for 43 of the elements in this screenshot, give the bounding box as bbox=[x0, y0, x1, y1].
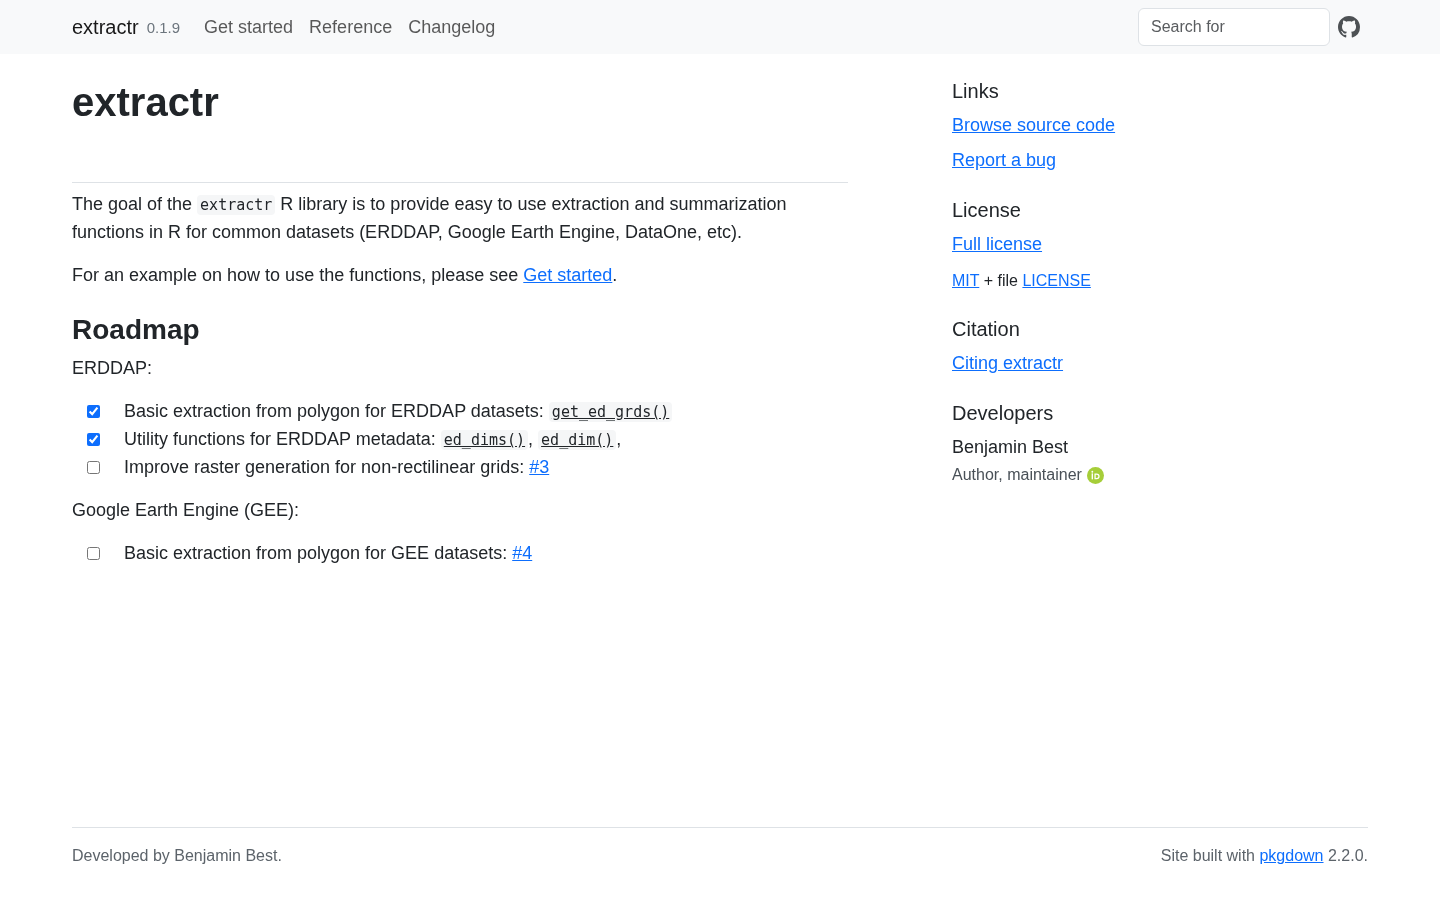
nav-link[interactable]: Get started bbox=[196, 16, 302, 38]
task-text: Utility functions for ERDDAP metadata: ed_dims() , ed_dim() , bbox=[124, 428, 622, 452]
code-link[interactable]: get_ed_grds() bbox=[548, 402, 673, 422]
link[interactable]: LICENSE bbox=[1022, 272, 1091, 289]
search-field[interactable]: Search for bbox=[1138, 8, 1330, 46]
github-icon[interactable] bbox=[1338, 16, 1360, 38]
license-text: MIT + file LICENSE bbox=[952, 271, 1092, 291]
footer-text: Site built with pkgdown 2.2.0. bbox=[1160, 846, 1368, 866]
checkbox[interactable] bbox=[87, 547, 100, 560]
task-text: Basic extraction from polygon for GEE datasets: #4 bbox=[124, 542, 533, 565]
paragraph: For an example on how to use the functions, please see Get started. bbox=[72, 264, 619, 287]
sidebar-link[interactable]: Report a bug bbox=[952, 150, 1057, 170]
link[interactable]: Get started bbox=[523, 265, 613, 285]
task-text: Basic extraction from polygon for ERDDAP datasets: get_ed_grds() bbox=[124, 398, 673, 426]
version-label: 0.1.9 bbox=[146, 18, 181, 36]
sidebar-heading: Developers bbox=[952, 401, 1055, 425]
brand-link[interactable]: extractr bbox=[72, 15, 139, 39]
checkbox[interactable] bbox=[87, 461, 100, 474]
page-title: extractr bbox=[72, 79, 220, 126]
checkbox[interactable] bbox=[87, 433, 100, 446]
sidebar-heading: Citation bbox=[952, 317, 1021, 341]
sidebar-heading: License bbox=[952, 198, 1022, 222]
link[interactable]: #4 bbox=[512, 543, 533, 563]
link[interactable]: pkgdown bbox=[1259, 847, 1324, 864]
link[interactable]: MIT bbox=[952, 272, 980, 289]
group-label: ERDDAP: bbox=[72, 357, 153, 380]
task-text: Improve raster generation for non-rectilinear grids: #3 bbox=[124, 456, 550, 479]
nav-link[interactable]: Reference bbox=[301, 16, 401, 38]
checkbox[interactable] bbox=[87, 405, 100, 418]
sidebar-heading: Links bbox=[952, 79, 1000, 103]
link[interactable]: #3 bbox=[529, 457, 550, 477]
paragraph: The goal of the extractr R library is to provide easy to use extraction and summarization functions in R for common datasets (ERDDAP, Google Earth Engine, DataOne, etc). bbox=[72, 193, 788, 244]
sidebar-link[interactable]: Browse source code bbox=[952, 115, 1116, 135]
group-label: Google Earth Engine (GEE): bbox=[72, 499, 301, 522]
nav-link[interactable]: Changelog bbox=[400, 16, 504, 38]
developer-role: Author, maintainer bbox=[952, 465, 1082, 485]
code-link[interactable]: ed_dim() bbox=[538, 430, 617, 450]
sidebar-link[interactable]: Full license bbox=[952, 234, 1043, 254]
developer-name: Benjamin Best bbox=[952, 436, 1070, 459]
sidebar-link[interactable]: Citing extractr bbox=[952, 353, 1064, 373]
code-link[interactable]: ed_dims() bbox=[440, 430, 529, 450]
section-heading: Roadmap bbox=[72, 313, 201, 347]
footer-text: Developed by Benjamin Best. bbox=[72, 846, 282, 866]
